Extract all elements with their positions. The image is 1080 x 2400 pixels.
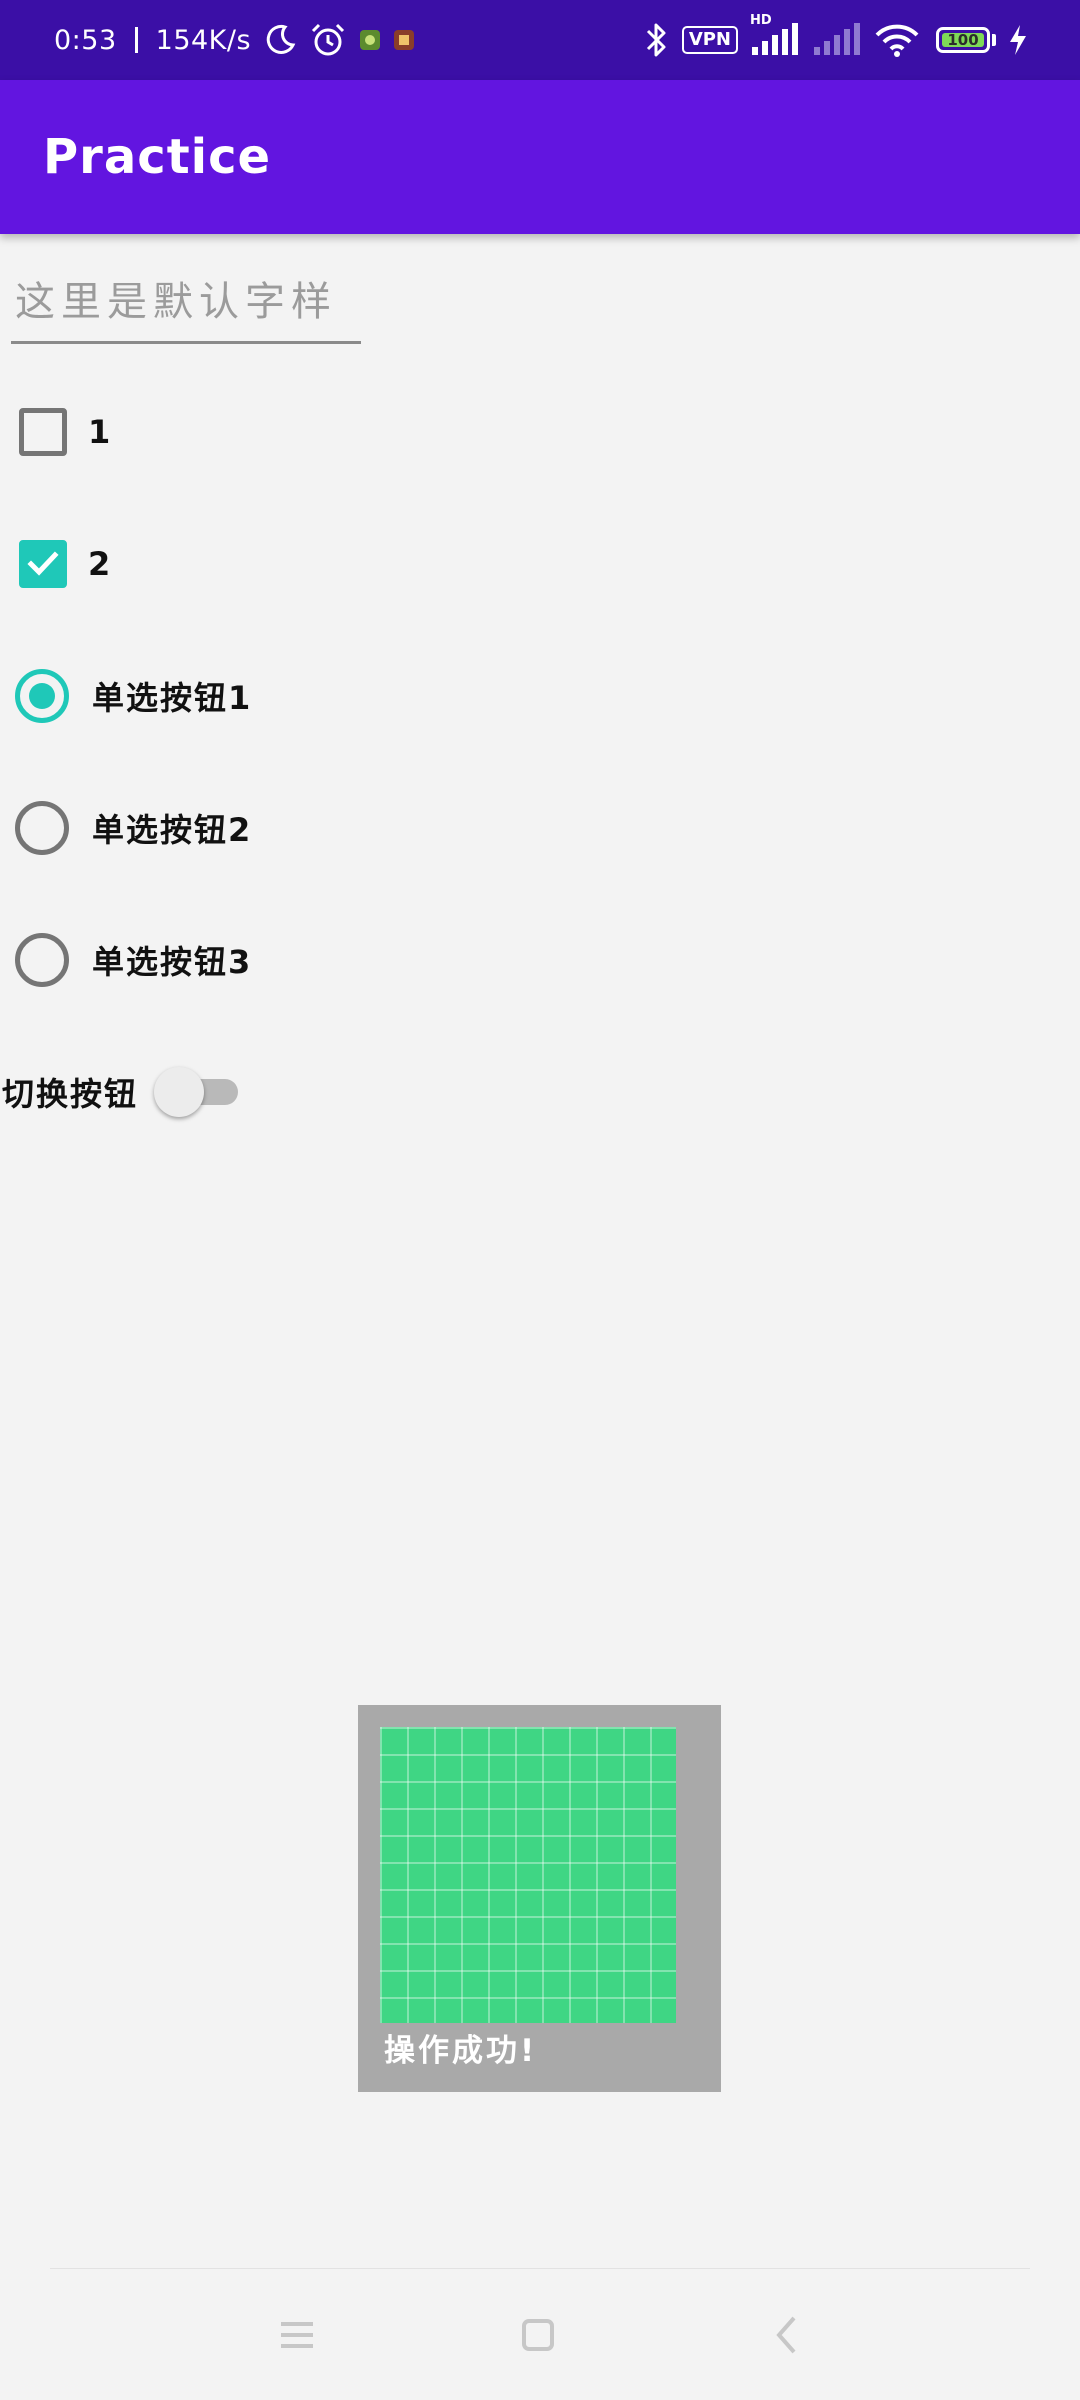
radio-label-2: 单选按钮2 [92, 811, 253, 849]
checkmark-icon [27, 551, 59, 576]
status-bar-right: VPN HD 100 [632, 0, 1028, 80]
radio-button-1[interactable] [15, 669, 69, 723]
radio-dot [29, 683, 55, 709]
checkbox-1[interactable] [19, 408, 67, 456]
signal-icon [812, 23, 862, 57]
checkbox-label-1: 1 [88, 413, 111, 451]
toast-message: 操作成功! [384, 2033, 538, 2069]
charging-icon [1008, 24, 1028, 56]
back-button[interactable] [746, 2305, 826, 2365]
app-title: Practice [43, 129, 272, 185]
checkbox-row-1[interactable]: 1 [10, 392, 110, 472]
hd-label: HD [750, 13, 772, 28]
network-speed: 154K/s [155, 24, 252, 56]
signal-icon: HD [750, 13, 800, 57]
checkbox-row-2[interactable]: 2 [10, 524, 110, 604]
radio-row-1[interactable]: 单选按钮1 [10, 656, 252, 736]
app-notification-icon [359, 29, 381, 51]
bluetooth-icon [644, 21, 668, 59]
home-button[interactable] [498, 2305, 578, 2365]
home-icon [522, 2319, 554, 2351]
toast: 操作成功! [358, 1705, 721, 2092]
radio-row-2[interactable]: 单选按钮2 [10, 788, 252, 868]
switch-label: 切换按钮 [2, 1075, 139, 1113]
vpn-badge: VPN [681, 26, 738, 54]
battery-icon: 100 [936, 27, 990, 53]
alarm-icon [309, 22, 347, 58]
status-bar-left: 0:53 154K/s [54, 0, 415, 80]
menu-button[interactable] [257, 2305, 337, 2365]
toggle-switch[interactable] [150, 1064, 242, 1120]
toast-image [380, 1727, 676, 2023]
radio-label-1: 单选按钮1 [92, 679, 253, 717]
switch-thumb[interactable] [154, 1067, 205, 1117]
app-bar: Practice [0, 80, 1080, 234]
menu-icon [281, 2322, 313, 2348]
status-divider [134, 27, 138, 53]
app-notification-icon [393, 29, 415, 51]
status-time: 0:53 [54, 24, 117, 56]
moon-icon [263, 23, 297, 57]
radio-row-3[interactable]: 单选按钮3 [10, 920, 252, 1000]
nav-divider [50, 2268, 1030, 2269]
radio-label-3: 单选按钮3 [92, 943, 253, 981]
checkbox-2[interactable] [19, 540, 67, 588]
radio-button-2[interactable] [15, 801, 69, 855]
switch-row[interactable]: 切换按钮 [2, 1052, 242, 1132]
status-bar: 0:53 154K/s VPN HD 100 [0, 0, 1080, 80]
battery-tip [992, 34, 996, 46]
text-input[interactable] [11, 278, 361, 325]
wifi-icon [874, 23, 920, 57]
radio-button-3[interactable] [15, 933, 69, 987]
battery-level: 100 [947, 31, 979, 49]
checkbox-label-2: 2 [88, 545, 111, 583]
text-field[interactable] [11, 262, 361, 344]
back-icon [776, 2316, 796, 2354]
